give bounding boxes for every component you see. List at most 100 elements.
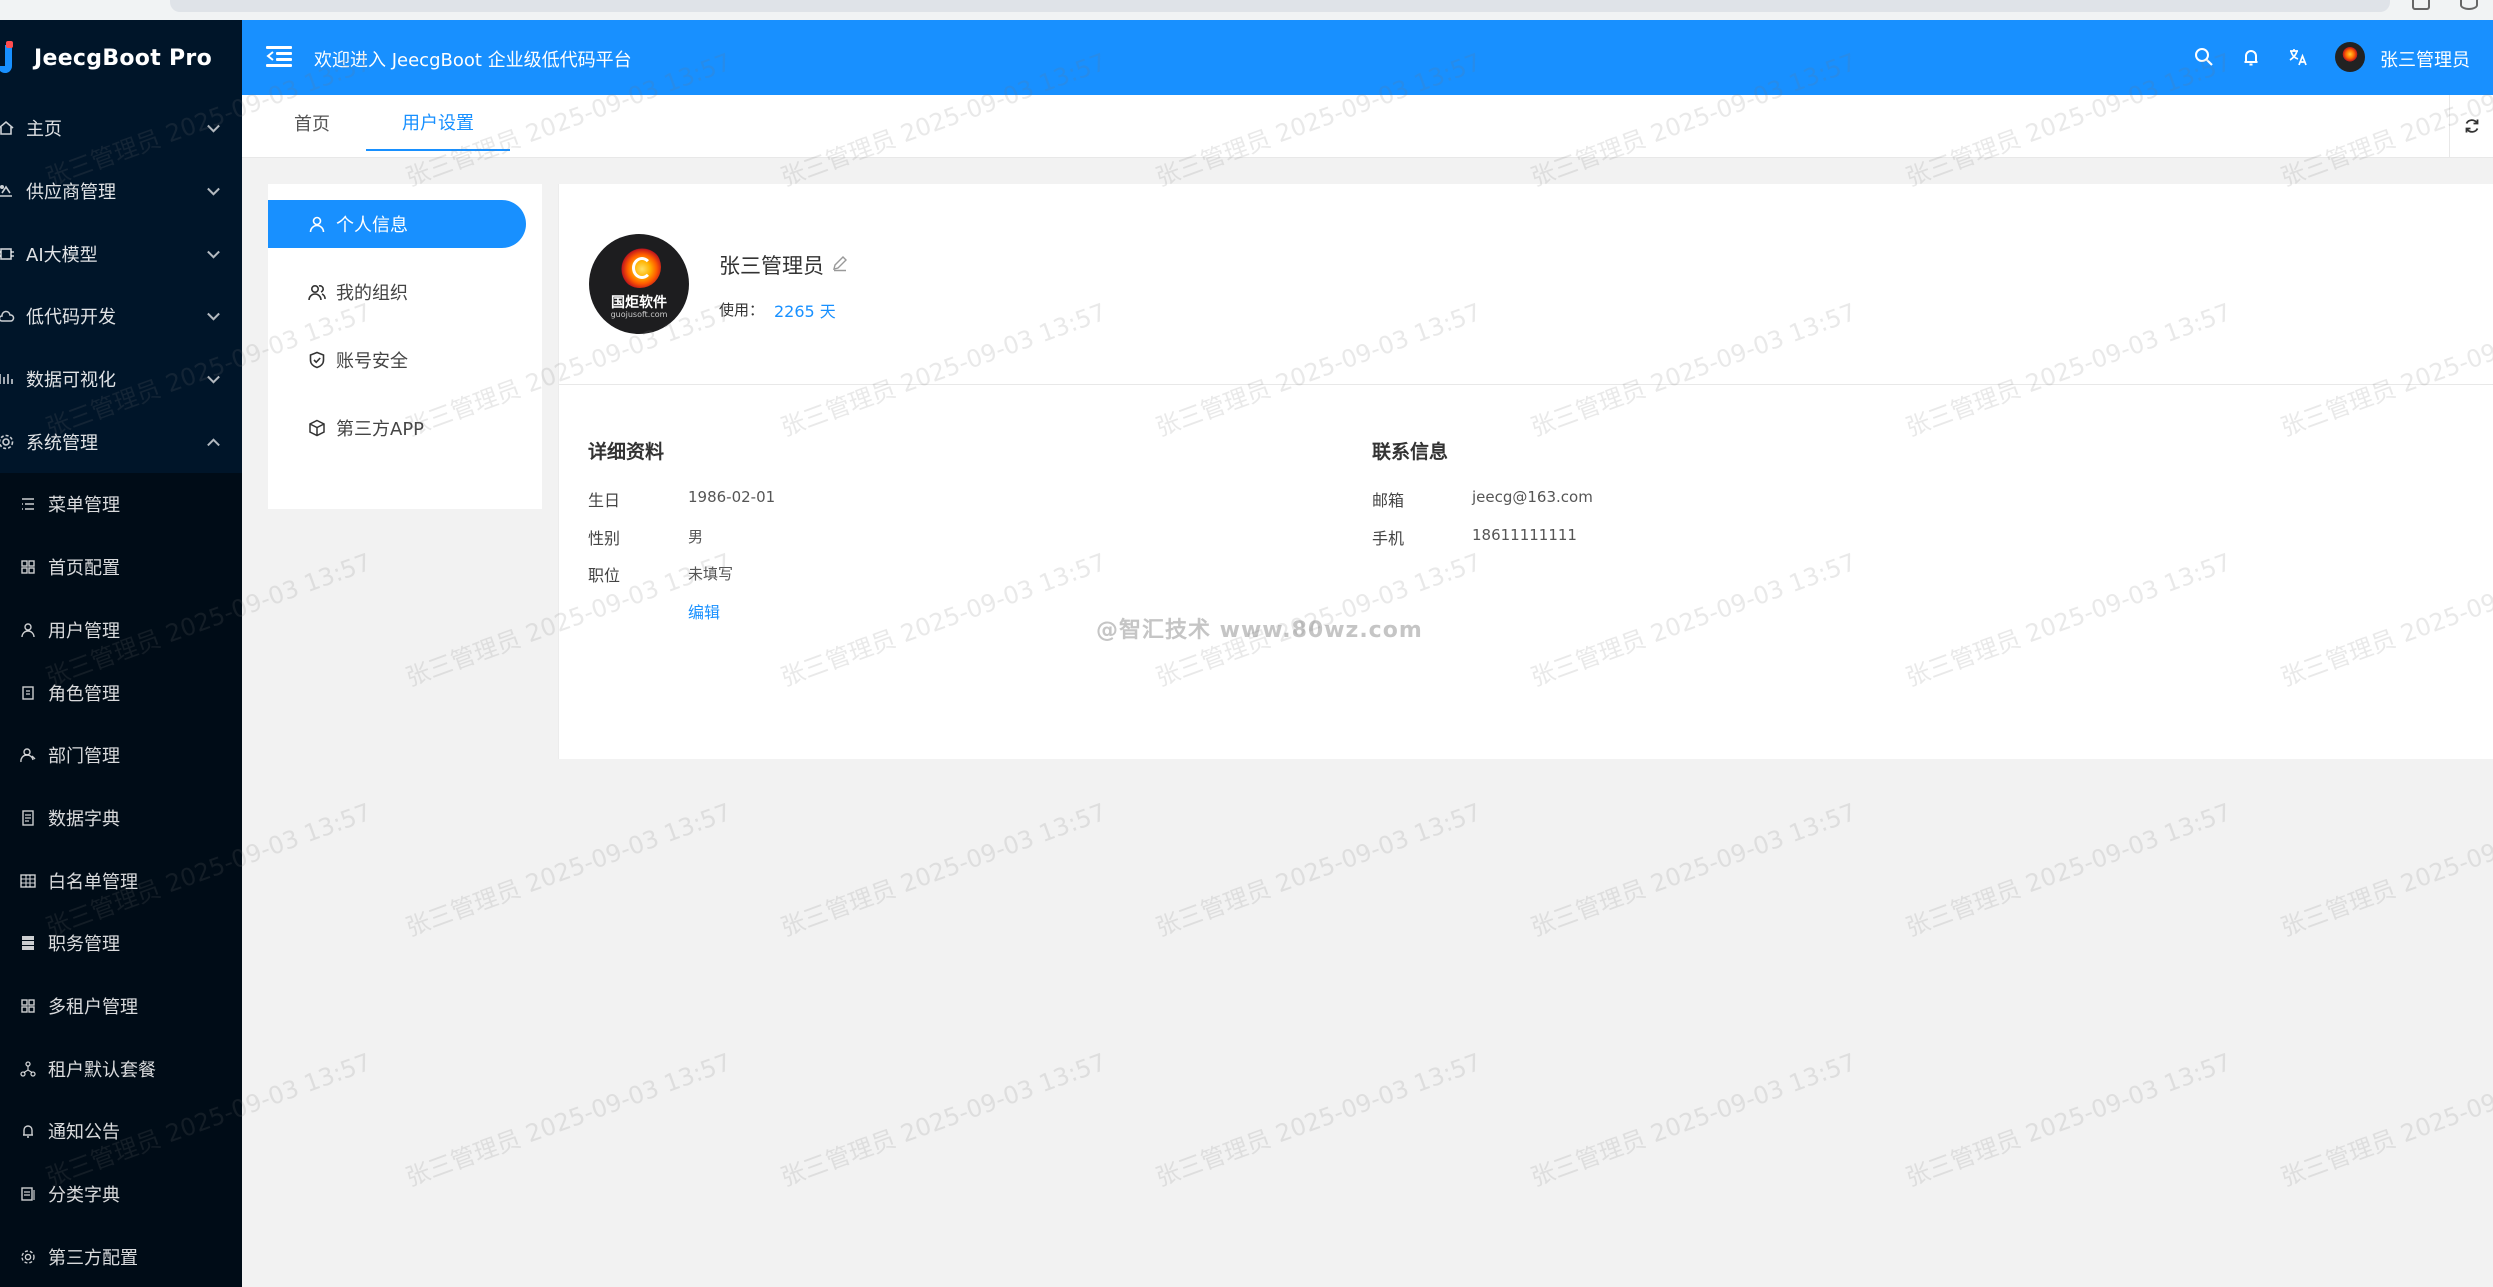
top-header: 欢迎进入 JeecgBoot 企业级低代码平台 张三管理员 — [242, 20, 2493, 95]
user-watermark: 张三管理员 2025-09-03 13:57 — [777, 798, 1110, 942]
settings-item-third-party-app[interactable]: 第三方APP — [268, 404, 526, 452]
tabs-bar: 首页 用户设置 — [242, 95, 2493, 158]
sidebar-item-tenant-manage[interactable]: 多租户管理 — [0, 975, 242, 1038]
profile-avatar[interactable]: 国炬软件 guojusoft.com — [589, 234, 689, 334]
settings-item-my-organization[interactable]: 我的组织 — [268, 268, 526, 316]
tab-label: 用户设置 — [402, 113, 474, 134]
sidebar-item-tenant-package[interactable]: 租户默认套餐 — [0, 1037, 242, 1100]
tab-label: 首页 — [294, 114, 330, 135]
sidebar-item-label: 白名单管理 — [48, 871, 138, 893]
sidebar-item-home-config[interactable]: 首页配置 — [0, 536, 242, 599]
sidebar-item-data-dictionary[interactable]: 数据字典 — [0, 787, 242, 850]
user-watermark: 张三管理员 2025-09-03 13:57 — [1902, 1048, 2235, 1192]
sidebar-item-data-visual[interactable]: 数据可视化 — [0, 348, 242, 411]
sidebar-item-ai[interactable]: AI大模型 — [0, 222, 242, 285]
details-title: 详细资料 — [588, 441, 665, 463]
sidebar-item-label: 分类字典 — [48, 1185, 120, 1207]
profile-icon[interactable] — [2460, 0, 2478, 10]
sidebar-item-position-manage[interactable]: 职务管理 — [0, 912, 242, 975]
app-logo[interactable]: JeecgBoot Pro — [0, 20, 242, 97]
tab-home[interactable]: 首页 — [262, 95, 362, 151]
app-name: JeecgBoot Pro — [34, 46, 212, 71]
sidebar-item-label: 通知公告 — [48, 1122, 120, 1144]
email-label: 邮箱 — [1372, 491, 1405, 510]
sidebar-item-label: 角色管理 — [48, 683, 120, 705]
sidebar-item-label: 菜单管理 — [48, 495, 120, 517]
settings-item-personal-info[interactable]: 个人信息 — [268, 200, 526, 248]
sidebar-item-label: 部门管理 — [48, 746, 120, 768]
chart-icon — [0, 369, 16, 389]
address-bar[interactable] — [170, 0, 2390, 12]
grid-icon — [18, 557, 38, 577]
settings-menu: 个人信息 我的组织 账号安全 第三方APP — [268, 184, 542, 509]
search-icon[interactable] — [2191, 44, 2217, 70]
settings-item-account-security[interactable]: 账号安全 — [268, 336, 526, 384]
sidebar-item-notice[interactable]: 通知公告 — [0, 1100, 242, 1163]
sidebar-item-label: 数据可视化 — [26, 370, 116, 392]
team-icon — [306, 281, 328, 303]
language-icon[interactable] — [2285, 44, 2311, 70]
sidebar-item-label: 租户默认套餐 — [48, 1059, 156, 1081]
cluster-icon — [18, 1059, 38, 1079]
dictionary-icon — [18, 808, 38, 828]
sidebar-item-third-party-config[interactable]: 第三方配置 — [0, 1225, 242, 1287]
sidebar-item-supplier[interactable]: 供应商管理 — [0, 160, 242, 223]
chevron-up-icon — [207, 438, 220, 451]
chevron-down-icon — [207, 370, 220, 384]
welcome-text: 欢迎进入 JeecgBoot 企业级低代码平台 — [314, 50, 632, 71]
user-watermark: 张三管理员 2025-09-03 13:57 — [1152, 798, 1485, 942]
edit-details-link[interactable]: 编辑 — [688, 599, 720, 623]
avatar[interactable] — [2335, 42, 2365, 72]
sidebar-item-department-manage[interactable]: 部门管理 — [0, 724, 242, 787]
position-icon — [18, 933, 38, 953]
header-user-name[interactable]: 张三管理员 — [2380, 46, 2470, 72]
sidebar-item-label: 职务管理 — [48, 934, 120, 956]
sidebar-item-lowcode[interactable]: 低代码开发 — [0, 285, 242, 348]
home-icon — [0, 118, 16, 138]
sidebar-item-user-manage[interactable]: 用户管理 — [0, 599, 242, 662]
sidebar-item-label: 主页 — [26, 119, 62, 141]
site-watermark: @智汇技术 www.80wz.com — [1096, 618, 1423, 643]
extensions-icon[interactable] — [2412, 0, 2430, 10]
browser-toolbar — [0, 0, 2493, 20]
avatar-brand-text: 国炬软件 — [611, 295, 667, 311]
sidebar-item-role-manage[interactable]: 角色管理 — [0, 661, 242, 724]
settings-item-label: 账号安全 — [336, 351, 408, 372]
user-watermark: 张三管理员 2025-09-03 13:57 — [1527, 1048, 1860, 1192]
position-value: 未填写 — [688, 565, 734, 583]
brand-logo-icon — [619, 246, 661, 288]
list-icon — [18, 494, 38, 514]
tenant-icon — [18, 996, 38, 1016]
gender-value: 男 — [688, 528, 704, 546]
profile-card: 国炬软件 guojusoft.com 张三管理员 使用： 2265 天 详细资料… — [558, 184, 2493, 759]
sidebar-item-label: 供应商管理 — [26, 182, 116, 204]
settings-item-label: 我的组织 — [336, 283, 408, 304]
cloud-icon — [0, 306, 16, 326]
collapse-menu-icon[interactable] — [266, 46, 292, 68]
contact-title: 联系信息 — [1372, 441, 1449, 463]
email-value: jeecg@163.com — [1472, 488, 1593, 506]
birthday-label: 生日 — [588, 491, 621, 510]
ai-icon — [0, 244, 16, 264]
refresh-icon[interactable] — [2449, 95, 2493, 157]
avatar-brand-subtext: guojusoft.com — [610, 310, 668, 319]
edit-name-icon[interactable] — [831, 254, 849, 272]
sidebar-item-whitelist[interactable]: 白名单管理 — [0, 849, 242, 912]
user-watermark: 张三管理员 2025-09-03 13:57 — [1902, 798, 2235, 942]
notification-bell-icon[interactable] — [2238, 44, 2264, 70]
bell-icon — [18, 1121, 38, 1141]
system-submenu: 菜单管理 首页配置 用户管理 角色管理 部门管理 数据字典 白名单管理 职务管理… — [0, 473, 242, 1287]
user-watermark: 张三管理员 2025-09-03 13:57 — [2277, 1048, 2493, 1192]
user-watermark: 张三管理员 2025-09-03 13:57 — [2277, 798, 2493, 942]
sidebar-item-system[interactable]: 系统管理 — [0, 410, 242, 473]
sidebar-item-label: 多租户管理 — [48, 996, 138, 1018]
position-label: 职位 — [588, 566, 621, 585]
profile-name: 张三管理员 — [719, 254, 824, 278]
sidebar: JeecgBoot Pro 主页 供应商管理 AI大模型 低代码开发 数据可视化… — [0, 20, 242, 1287]
tab-user-settings[interactable]: 用户设置 — [366, 95, 510, 151]
sidebar-item-label: AI大模型 — [26, 244, 98, 266]
sidebar-item-home[interactable]: 主页 — [0, 97, 242, 160]
sidebar-item-menu-manage[interactable]: 菜单管理 — [0, 473, 242, 536]
user-watermark: 张三管理员 2025-09-03 13:57 — [777, 1048, 1110, 1192]
sidebar-item-category-dictionary[interactable]: 分类字典 — [0, 1163, 242, 1226]
